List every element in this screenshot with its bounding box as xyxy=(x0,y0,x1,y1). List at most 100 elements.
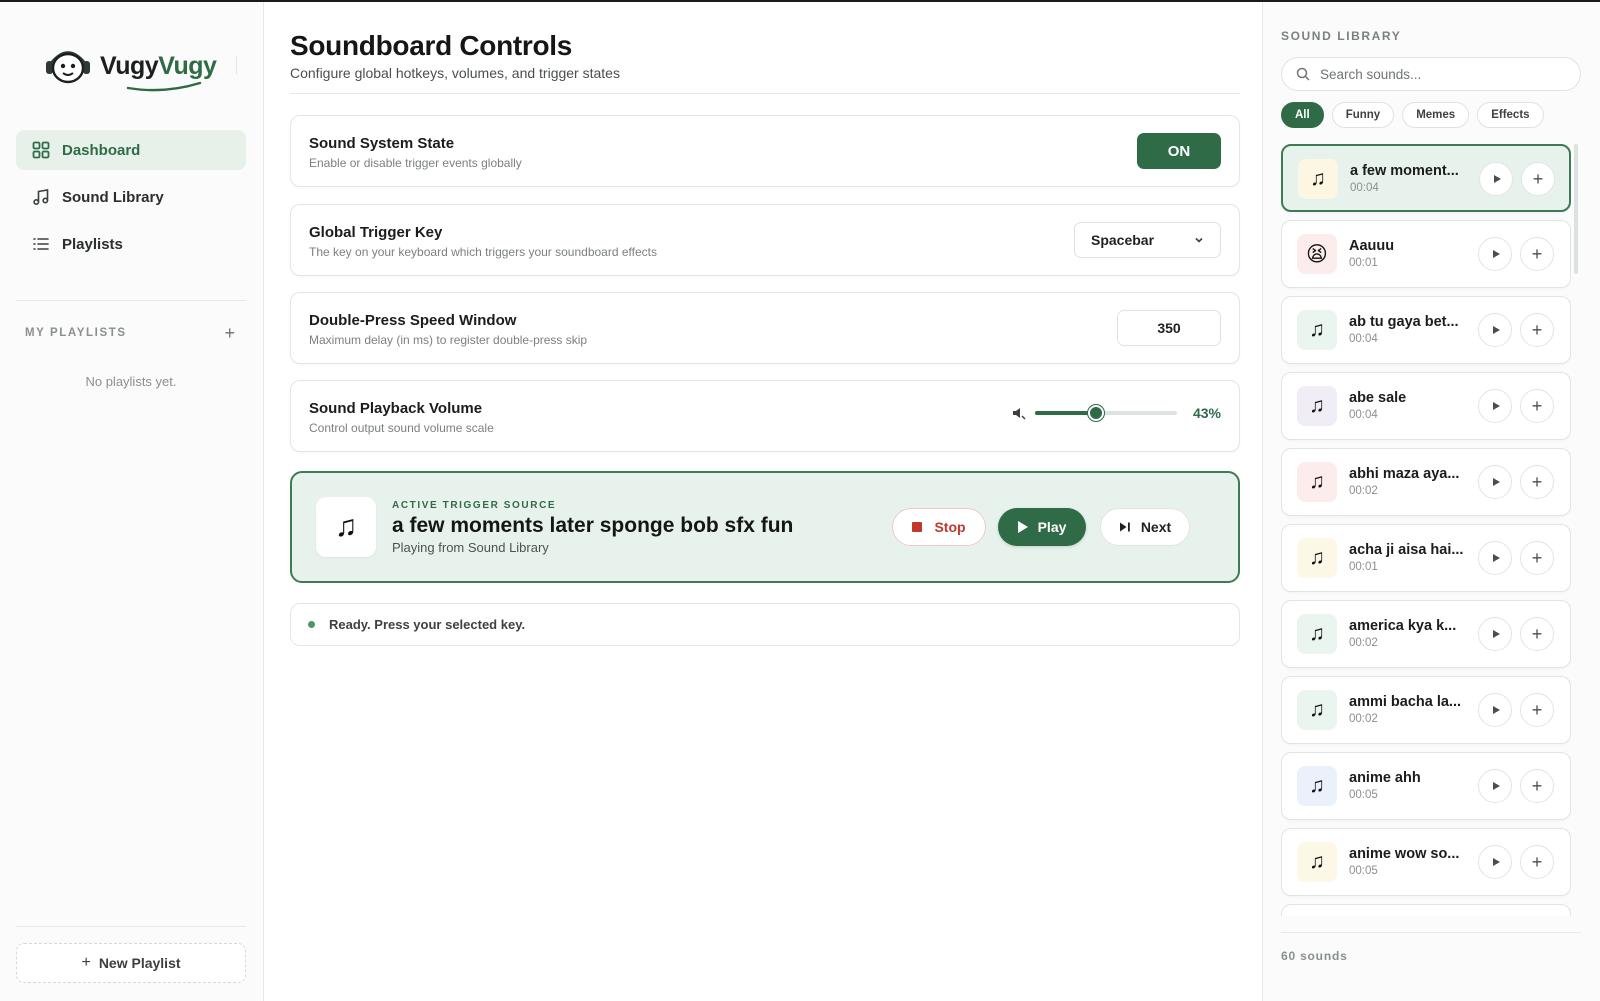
main-content: Soundboard Controls Configure global hot… xyxy=(264,2,1262,1001)
nav-item-dashboard[interactable]: Dashboard xyxy=(16,130,246,170)
nav-item-sound-library[interactable]: Sound Library xyxy=(16,177,246,217)
card-title: Sound Playback Volume xyxy=(309,400,483,417)
speaker-icon[interactable] xyxy=(1011,405,1027,421)
sound-item[interactable]: ♫ anime wow so... 00:05 + xyxy=(1281,828,1571,896)
active-trigger-name: a few moments later sponge bob sfx fun xyxy=(392,514,794,537)
sound-thumbnail-icon: ♫ xyxy=(1297,538,1337,578)
play-icon xyxy=(1492,706,1500,714)
sound-name: a few moment... xyxy=(1350,163,1459,179)
add-sound-button[interactable]: + xyxy=(1520,313,1554,347)
app-logo[interactable]: VugyVugy xyxy=(44,44,217,91)
trigger-key-select[interactable]: Spacebar xyxy=(1074,222,1221,258)
sound-item[interactable]: ♫ a few moment... 00:04 + xyxy=(1281,144,1571,212)
play-sound-button[interactable] xyxy=(1478,465,1512,499)
sound-item[interactable]: ♫ abe sale 00:04 + xyxy=(1281,372,1571,440)
play-sound-button[interactable] xyxy=(1478,617,1512,651)
play-button[interactable]: Play xyxy=(998,508,1086,546)
filter-chip[interactable]: Funny xyxy=(1331,102,1395,128)
plus-icon: + xyxy=(1531,547,1543,568)
slider-thumb[interactable] xyxy=(1088,405,1105,421)
card-description: Control output sound volume scale xyxy=(309,421,494,435)
new-playlist-button[interactable]: + New Playlist xyxy=(16,943,246,983)
sound-item[interactable]: ♫ abhi maza aya... 00:02 + xyxy=(1281,448,1571,516)
sound-thumbnail-icon: ♫ xyxy=(1297,310,1337,350)
add-sound-button[interactable]: + xyxy=(1520,769,1554,803)
select-value: Spacebar xyxy=(1091,232,1155,248)
play-label: Play xyxy=(1037,519,1067,535)
sound-item[interactable]: ♫ ammi bacha la... 00:02 + xyxy=(1281,676,1571,744)
card-description: The key on your keyboard which triggers … xyxy=(309,245,657,259)
plus-icon: + xyxy=(1531,395,1543,416)
volume-slider[interactable] xyxy=(1034,405,1177,421)
card-title: Global Trigger Key xyxy=(309,224,443,241)
sound-duration: 00:04 xyxy=(1350,182,1379,194)
stop-button[interactable]: Stop xyxy=(892,508,986,546)
library-footer-divider xyxy=(1281,932,1581,933)
add-sound-button[interactable]: + xyxy=(1520,389,1554,423)
system-state-toggle[interactable]: ON xyxy=(1137,133,1221,169)
double-press-ms-input[interactable] xyxy=(1117,310,1221,346)
empty-playlists-text: No playlists yet. xyxy=(85,374,177,389)
sound-name: ab tu gaya bet... xyxy=(1349,314,1459,330)
filter-chips: All Funny Memes Effects xyxy=(1281,102,1552,128)
music-note-icon xyxy=(33,189,49,206)
trigger-key-card: Global Trigger Key The key on your keybo… xyxy=(290,204,1240,276)
sound-item[interactable]: ♫ acha ji aisa hai... 00:01 + xyxy=(1281,524,1571,592)
play-sound-button[interactable] xyxy=(1478,769,1512,803)
sound-thumbnail-icon: ♫ xyxy=(1297,462,1337,502)
play-icon xyxy=(1492,630,1500,638)
filter-chip[interactable]: Memes xyxy=(1402,102,1470,128)
card-description: Maximum delay (in ms) to register double… xyxy=(309,333,588,347)
plus-icon: + xyxy=(1531,319,1543,340)
add-sound-button[interactable]: + xyxy=(1520,617,1554,651)
search-box[interactable] xyxy=(1281,57,1581,91)
filter-chip[interactable]: All xyxy=(1281,102,1324,128)
stop-icon xyxy=(912,522,923,532)
sound-item[interactable]: ♫ ab tu gaya bet... 00:04 + xyxy=(1281,296,1571,364)
add-sound-button[interactable]: + xyxy=(1520,541,1554,575)
play-sound-button[interactable] xyxy=(1478,313,1512,347)
add-sound-button[interactable]: + xyxy=(1520,845,1554,879)
logo-separator xyxy=(236,56,237,74)
my-playlists-label: MY PLAYLISTS xyxy=(25,327,127,339)
plus-icon: + xyxy=(1531,623,1543,644)
add-sound-button[interactable]: + xyxy=(1520,693,1554,727)
play-sound-button[interactable] xyxy=(1478,693,1512,727)
play-sound-button[interactable] xyxy=(1478,845,1512,879)
filter-chip[interactable]: Effects xyxy=(1477,102,1544,128)
add-sound-button[interactable]: + xyxy=(1521,162,1555,196)
brand-swoosh xyxy=(126,81,202,91)
play-sound-button[interactable] xyxy=(1478,541,1512,575)
play-icon xyxy=(1492,554,1500,562)
add-playlist-icon[interactable]: + xyxy=(224,324,235,342)
play-sound-button[interactable] xyxy=(1478,389,1512,423)
brand-name-part1: Vugy xyxy=(100,51,159,80)
sound-item[interactable]: 😫 Aauuu 00:01 + xyxy=(1281,220,1571,288)
sound-item[interactable]: ♫ anime ahh 00:05 + xyxy=(1281,752,1571,820)
sound-name: abhi maza aya... xyxy=(1349,466,1460,482)
sound-thumbnail-icon: ♫ xyxy=(1297,386,1337,426)
status-dot-icon xyxy=(308,621,315,628)
sound-list-scrollbar[interactable] xyxy=(1574,144,1578,274)
card-description: Enable or disable trigger events globall… xyxy=(309,156,522,170)
volume-card: Sound Playback Volume Control output sou… xyxy=(290,380,1240,452)
plus-icon: + xyxy=(1531,851,1543,872)
sound-item[interactable]: ♫ america kya k... 00:02 + xyxy=(1281,600,1571,668)
chevron-down-icon xyxy=(1195,237,1203,243)
sidebar-divider xyxy=(16,300,246,301)
add-sound-button[interactable]: + xyxy=(1520,465,1554,499)
sound-thumbnail-icon: ♫ xyxy=(1297,766,1337,806)
mascot-logo-icon xyxy=(46,51,90,84)
add-sound-button[interactable]: + xyxy=(1520,237,1554,271)
play-sound-button[interactable] xyxy=(1478,237,1512,271)
play-sound-button[interactable] xyxy=(1479,162,1513,196)
nav-item-playlists[interactable]: Playlists xyxy=(16,224,246,264)
sound-thumbnail-icon: ♫ xyxy=(1297,614,1337,654)
card-title: Double-Press Speed Window xyxy=(309,312,517,329)
sound-item[interactable] xyxy=(1281,904,1571,916)
search-input[interactable] xyxy=(1320,66,1560,82)
sound-thumbnail-icon: ♫ xyxy=(1298,159,1338,199)
sound-duration: 00:02 xyxy=(1349,485,1378,497)
play-icon xyxy=(1492,858,1500,866)
next-button[interactable]: Next xyxy=(1100,508,1190,546)
